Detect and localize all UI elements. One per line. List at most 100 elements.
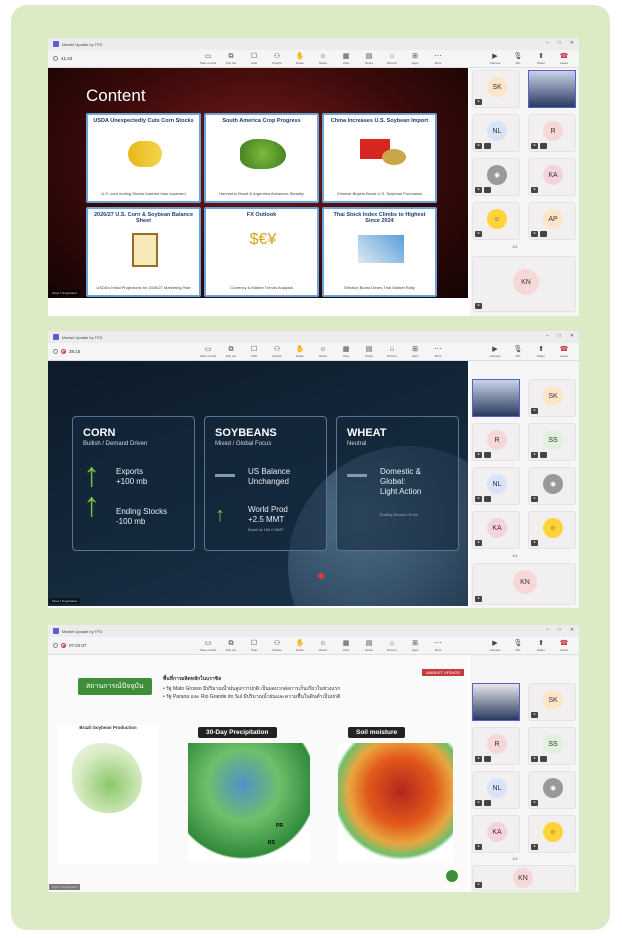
participant-panel: SK ⊘ NL ⊘ R ⊘ ◉ ⊘ KA ⊘ ☺ ⊘ AP ⊘ 1/4 KN ⊘ <box>470 68 579 316</box>
participant-tile[interactable]: KA ⊘ <box>528 158 576 196</box>
rooms-button[interactable]: ⌂ Rooms <box>382 639 402 652</box>
rooms-button[interactable]: ⌂ Rooms <box>382 52 402 65</box>
raise-button[interactable]: ✋ Raise <box>290 52 310 65</box>
maximize-icon[interactable]: □ <box>558 627 561 633</box>
participant-tile[interactable]: ☺ ⊘ <box>528 815 576 853</box>
take-control-button[interactable]: ▭ Take control <box>198 345 218 358</box>
camera-button[interactable]: ▶ Camera <box>486 52 504 65</box>
participant-tile[interactable]: KA ⊘ <box>472 511 520 549</box>
mic-button[interactable]: 🎙 Mic <box>509 345 527 358</box>
presenter-video[interactable] <box>528 70 576 108</box>
notes-button[interactable]: ▤ Notes <box>359 639 379 652</box>
participant-tile[interactable]: KA ⊘ <box>472 815 520 853</box>
share-button[interactable]: ⬆ Share <box>532 639 550 652</box>
close-icon[interactable]: ✕ <box>570 627 574 633</box>
participant-tile[interactable]: NL ⊘ <box>472 771 520 809</box>
logo-icon <box>446 870 458 882</box>
participant-tile[interactable]: AP ⊘ <box>528 202 576 240</box>
shield-icon <box>53 56 58 61</box>
chat-button[interactable]: ☐ Chat <box>244 639 264 652</box>
rooms-button[interactable]: ⌂ Rooms <box>382 345 402 358</box>
participant-tile[interactable]: ☺ ⊘ <box>528 511 576 549</box>
maximize-icon[interactable]: □ <box>558 40 561 46</box>
people-button[interactable]: ⚇ People <box>267 52 287 65</box>
minimize-icon[interactable]: – <box>546 627 549 633</box>
market-update-tag: MARKET UPDATE <box>422 669 464 676</box>
leave-button[interactable]: ☎ Leave <box>555 52 573 65</box>
raise-button[interactable]: ✋ Raise <box>290 345 310 358</box>
mic-button[interactable]: 🎙 Mic <box>509 639 527 652</box>
people-button[interactable]: ⚇ People <box>267 639 287 652</box>
more-button[interactable]: ⋯ More <box>428 639 448 652</box>
apps-button[interactable]: ⊞ Apps <box>405 52 425 65</box>
pop-out-button[interactable]: ⧉ Pop out <box>221 639 241 652</box>
chat-button[interactable]: ☐ Chat <box>244 345 264 358</box>
minimize-icon[interactable]: – <box>546 40 549 46</box>
participant-tile[interactable]: R ⊘ <box>528 114 576 152</box>
close-icon[interactable]: ✕ <box>570 333 574 339</box>
participant-tile[interactable]: SK ⊘ <box>472 70 520 108</box>
participant-tile[interactable]: ☺ ⊘ <box>472 202 520 240</box>
participant-pager[interactable]: 1/4 <box>512 553 518 558</box>
maximize-icon[interactable]: □ <box>558 333 561 339</box>
participant-tile[interactable]: R ⊘ <box>472 423 520 461</box>
production-map: Brazil Soybean Production <box>58 725 158 865</box>
shared-screen: MARKET UPDATE สถานการณ์ปัจจุบัน พื้นที่ก… <box>48 655 468 892</box>
participant-tile-large[interactable]: KN ⊘ <box>472 563 576 605</box>
participant-tile[interactable]: R ⊘ <box>472 727 520 765</box>
pop-out-button[interactable]: ⧉ Pop out <box>221 345 241 358</box>
notes-button[interactable]: ▤ Notes <box>359 345 379 358</box>
more-button[interactable]: ⋯ More <box>428 52 448 65</box>
slide-title: Content <box>86 86 146 105</box>
camera-button[interactable]: ▶ Camera <box>486 639 504 652</box>
take-control-button[interactable]: ▭ Take control <box>198 52 218 65</box>
wheat-panel: WHEAT Neutral Domestic & Global: Light A… <box>336 416 459 551</box>
leave-button[interactable]: ☎ Leave <box>555 345 573 358</box>
participant-tile[interactable]: NL ⊘ <box>472 467 520 505</box>
people-button[interactable]: ⚇ People <box>267 345 287 358</box>
more-button[interactable]: ⋯ More <box>428 345 448 358</box>
meeting-window-1: Market Update by TFD – □ ✕ 41:43 ▭ Take con… <box>48 38 579 316</box>
participant-tile[interactable]: SK ⊘ <box>528 379 576 417</box>
leave-button[interactable]: ☎ Leave <box>555 639 573 652</box>
notes-button[interactable]: ▤ Notes <box>359 52 379 65</box>
take-control-button[interactable]: ▭ Take control <box>198 639 218 652</box>
content-card: 2026/27 U.S. Corn & Soybean Balance Shee… <box>86 207 201 297</box>
user-icon: ◉ <box>543 778 563 798</box>
participant-tile[interactable]: NL ⊘ <box>472 114 520 152</box>
view-button[interactable]: ▦ View <box>336 345 356 358</box>
participant-tile[interactable]: SS ⊘ <box>528 423 576 461</box>
participant-tile[interactable]: ◉ ⊘ <box>528 771 576 809</box>
clipboard-icon <box>132 233 158 267</box>
participant-pager[interactable]: 1/4 <box>512 856 518 861</box>
title-bar: Market Update by TFD – □ ✕ <box>48 38 579 50</box>
participant-tile[interactable]: ◉ ⊘ <box>472 158 520 196</box>
share-button[interactable]: ⬆ Share <box>532 52 550 65</box>
share-button[interactable]: ⬆ Share <box>532 345 550 358</box>
presenter-video[interactable] <box>472 379 520 417</box>
up-arrow-icon: ↑ <box>83 456 100 494</box>
minimize-icon[interactable]: – <box>546 333 549 339</box>
participant-tile[interactable]: ◉ ⊘ <box>528 467 576 505</box>
apps-button[interactable]: ⊞ Apps <box>405 639 425 652</box>
participant-tile[interactable]: SS ⊘ <box>528 727 576 765</box>
react-button[interactable]: ☺ React <box>313 52 333 65</box>
participant-tile-large[interactable]: KN ⊘ <box>472 865 576 891</box>
participant-tile-large[interactable]: KN ⊘ <box>472 256 576 312</box>
meeting-window-3: Market Update by TFD – □ ✕ 07:02:07 ▭ Take … <box>48 625 579 892</box>
pop-out-button[interactable]: ⧉ Pop out <box>221 52 241 65</box>
react-button[interactable]: ☺ React <box>313 345 333 358</box>
participant-pager[interactable]: 1/4 <box>512 244 518 249</box>
view-button[interactable]: ▦ View <box>336 52 356 65</box>
user-icon: ◉ <box>487 165 507 185</box>
react-button[interactable]: ☺ React <box>313 639 333 652</box>
close-icon[interactable]: ✕ <box>570 40 574 46</box>
presenter-video[interactable] <box>472 683 520 721</box>
raise-button[interactable]: ✋ Raise <box>290 639 310 652</box>
participant-tile[interactable]: SK ⊘ <box>528 683 576 721</box>
mic-button[interactable]: 🎙 Mic <box>509 52 527 65</box>
chat-button[interactable]: ☐ Chat <box>244 52 264 65</box>
apps-button[interactable]: ⊞ Apps <box>405 345 425 358</box>
camera-button[interactable]: ▶ Camera <box>486 345 504 358</box>
view-button[interactable]: ▦ View <box>336 639 356 652</box>
